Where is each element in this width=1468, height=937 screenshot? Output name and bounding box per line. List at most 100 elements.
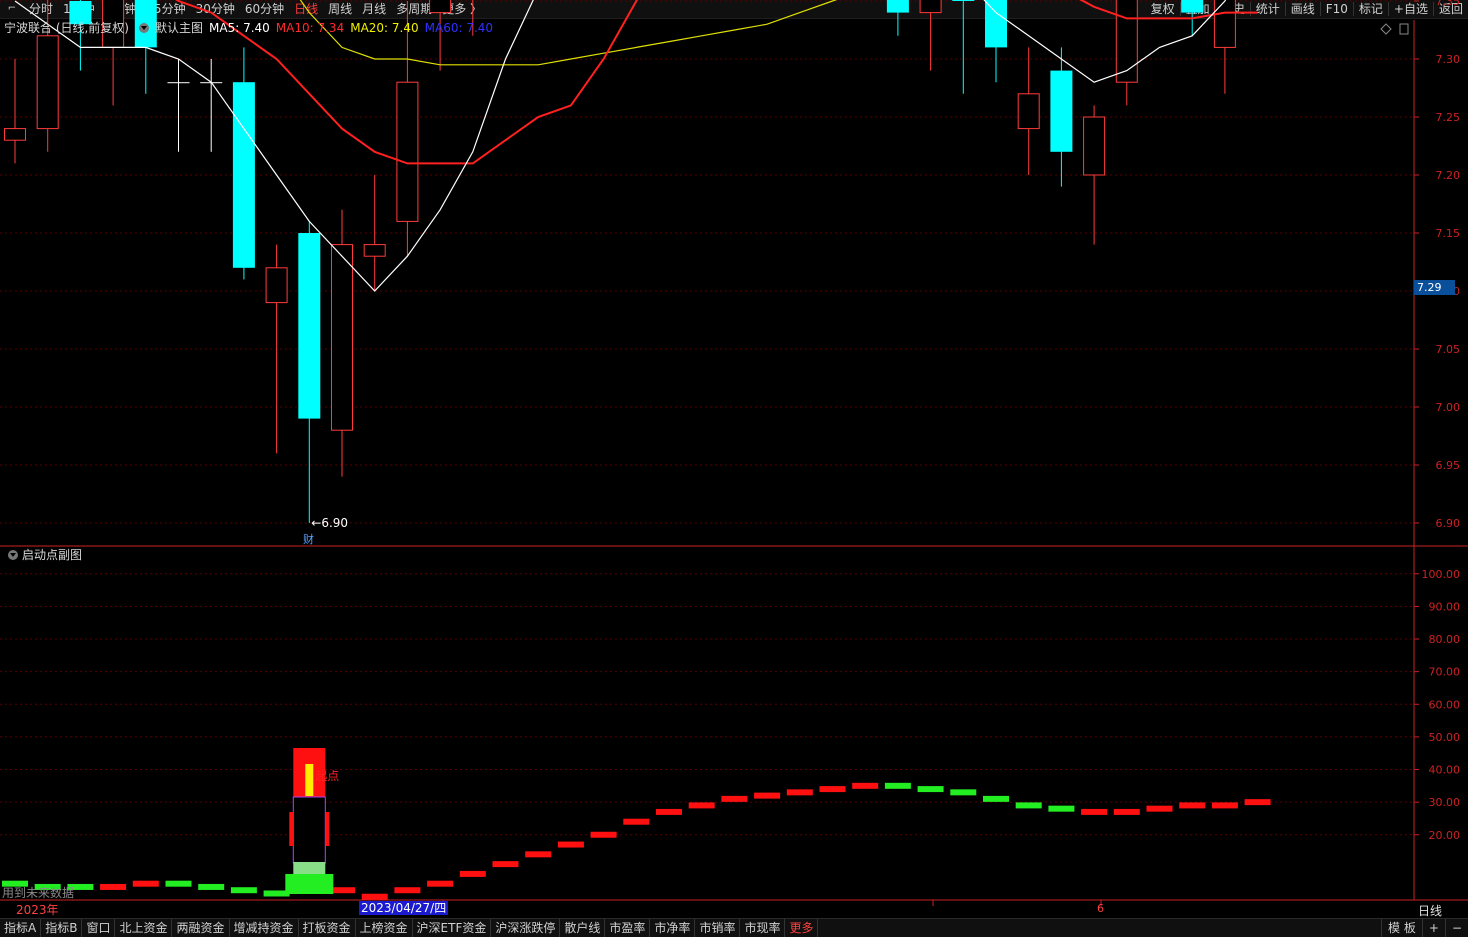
indicator-bar <box>427 880 454 887</box>
signal-side-right <box>325 812 330 846</box>
ma10-label: MA10: 7.34 <box>275 21 345 35</box>
candle-body <box>36 35 59 130</box>
ma60-label: MA60: 7.40 <box>424 21 494 35</box>
price-tick-label: 6.95 <box>1436 459 1461 472</box>
indicator-bar <box>1179 802 1206 809</box>
bottom-tab-2[interactable]: 窗口 <box>82 919 116 937</box>
cursor-date: 2023/04/27/四 <box>359 901 449 915</box>
stock-chart: 7.707.657.607.557.507.457.407.357.307.25… <box>0 0 1468 906</box>
bottom-tab-14[interactable]: 市现率 <box>740 919 786 937</box>
candle-body <box>298 233 321 419</box>
indicator-tabs: 指标A 指标B 窗口 北上资金 两融资金 增减持资金 打板资金 上榜资金 沪深ETF资金 沪深涨跌… <box>0 919 819 937</box>
year-label: 2023年 <box>16 903 59 917</box>
bottom-tab-12[interactable]: 市净率 <box>650 919 696 937</box>
candle-body <box>396 81 419 222</box>
candle-body <box>1083 116 1106 176</box>
indicator-tick-label: 90.00 <box>1429 600 1461 613</box>
bottom-right-buttons: 模 板 + − <box>1381 919 1468 937</box>
indicator-tick-label: 50.00 <box>1429 731 1461 744</box>
indicator-title[interactable]: 启动点副图 <box>22 547 82 563</box>
bottom-tab-10[interactable]: 散户线 <box>560 919 606 937</box>
bottom-tabbar: 指标A 指标B 窗口 北上资金 两融资金 增减持资金 打板资金 上榜资金 沪深ETF资金 沪深涨跌… <box>0 918 1468 937</box>
bottom-tab-13[interactable]: 市销率 <box>695 919 741 937</box>
bottom-right-button-0[interactable]: 模 板 <box>1381 919 1422 937</box>
indicator-bar <box>819 786 846 793</box>
bottom-tab-15[interactable]: 更多 <box>785 919 819 937</box>
indicator-bar <box>1244 799 1271 806</box>
indicator-tick-label: 60.00 <box>1429 698 1461 711</box>
candle-body <box>919 0 942 14</box>
indicator-bar <box>590 831 617 838</box>
candle-body <box>167 82 190 84</box>
indicator-tick-label: 20.00 <box>1429 829 1461 842</box>
indicator-tick-label: 30.00 <box>1429 796 1461 809</box>
price-tick-label: 7.30 <box>1436 53 1461 66</box>
indicator-bar <box>394 887 421 894</box>
ma5-label: MA5: 7.40 <box>209 21 270 35</box>
candle-body <box>1181 0 1204 13</box>
signal-label: 起点 <box>315 769 339 783</box>
candle-body <box>1017 93 1040 130</box>
indicator-bar <box>525 851 552 858</box>
price-tick-label: 7.15 <box>1436 227 1461 240</box>
candle-body <box>363 244 386 257</box>
price-tick-label: 7.05 <box>1436 343 1461 356</box>
indicator-bar <box>1081 808 1108 815</box>
price-tick-label: 6.90 <box>1436 517 1461 530</box>
candle-body <box>1050 70 1073 152</box>
indicator-bar <box>656 808 682 815</box>
main-chart-header: 宁波联合 (日线,前复权) 默认主图 MA5: 7.40 MA10: 7.34 … <box>4 20 499 36</box>
indicator-bar <box>950 789 977 796</box>
bottom-tab-6[interactable]: 打板资金 <box>299 919 356 937</box>
stock-title: 宁波联合 (日线,前复权) <box>4 21 129 35</box>
candle-body <box>4 128 26 141</box>
indicator-bar <box>688 802 715 809</box>
low-price-annotation: ←6.90 <box>311 516 348 530</box>
bottom-tab-5[interactable]: 增减持资金 <box>230 919 299 937</box>
indicator-bar <box>459 870 486 877</box>
signal-base <box>285 874 334 894</box>
indicator-bar <box>165 880 192 887</box>
candle-body <box>265 267 288 304</box>
indicator-bar <box>492 861 519 868</box>
candle-body <box>985 0 1007 48</box>
bottom-tab-3[interactable]: 北上资金 <box>115 919 173 937</box>
sub-chart-header: 启动点副图 <box>4 547 82 563</box>
candle-body <box>429 0 452 14</box>
signal-box <box>292 796 326 864</box>
finance-marker[interactable]: 财 <box>303 531 314 547</box>
price-tick-label: 7.20 <box>1436 169 1461 182</box>
price-tick-label: 7.00 <box>1436 401 1461 414</box>
indicator-tick-label: 100.00 <box>1422 568 1461 581</box>
indicator-tick-label: 40.00 <box>1429 764 1461 777</box>
bottom-right-button-2[interactable]: − <box>1444 919 1468 937</box>
indicator-bar <box>1048 805 1075 812</box>
indicator-bar <box>786 789 813 796</box>
dropdown-icon[interactable] <box>139 23 149 33</box>
indicator-bar <box>884 782 911 789</box>
bottom-tab-8[interactable]: 沪深ETF资金 <box>413 919 492 937</box>
indicator-bar <box>1015 802 1042 809</box>
signal-side-left <box>289 812 294 846</box>
dropdown-icon[interactable] <box>8 550 18 560</box>
bottom-tab-11[interactable]: 市盈率 <box>605 919 651 937</box>
bottom-right-button-1[interactable]: + <box>1421 919 1445 937</box>
candle-body <box>232 82 255 268</box>
bottom-tab-0[interactable]: 指标A <box>0 919 42 937</box>
indicator-bar <box>132 880 159 887</box>
indicator-bar <box>623 818 650 825</box>
diamond-icon <box>1380 23 1392 35</box>
indicator-bar <box>100 883 127 890</box>
price-tick-label: 7.35 <box>1436 0 1461 8</box>
bottom-tab-7[interactable]: 上榜资金 <box>356 919 413 937</box>
candle-body <box>952 0 975 1</box>
template-label[interactable]: 默认主图 <box>155 20 203 36</box>
indicator-bar <box>361 893 388 900</box>
bottom-tab-1[interactable]: 指标B <box>41 919 83 937</box>
bottom-tab-9[interactable]: 沪深涨跌停 <box>491 919 561 937</box>
indicator-bar <box>754 792 781 799</box>
indicator-tick-label: 80.00 <box>1429 633 1461 646</box>
indicator-bar <box>1146 805 1173 812</box>
signal-base-light <box>293 862 326 874</box>
bottom-tab-4[interactable]: 两融资金 <box>172 919 230 937</box>
